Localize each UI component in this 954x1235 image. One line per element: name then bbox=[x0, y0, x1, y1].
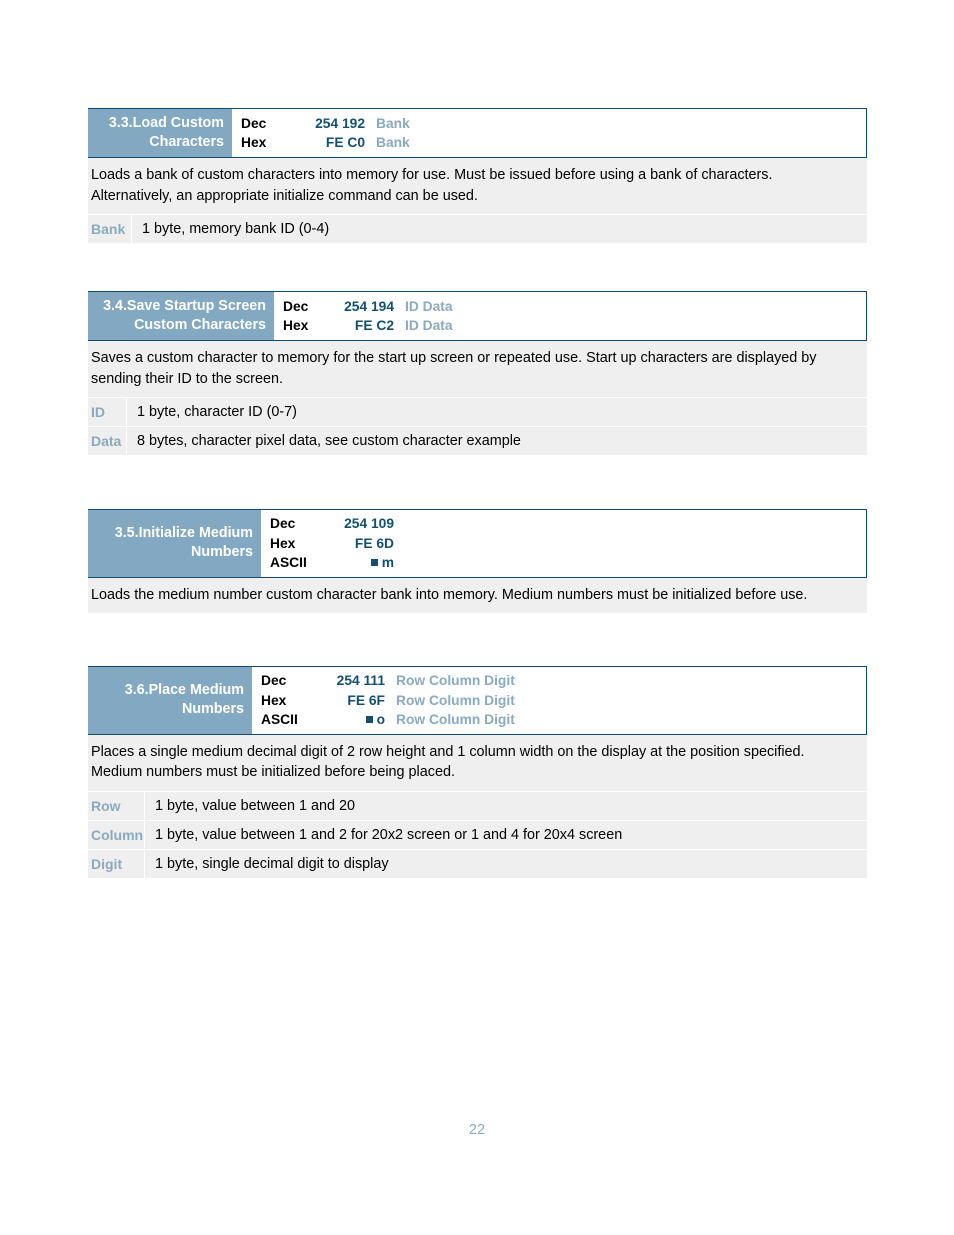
code-params: Row Column Digit bbox=[396, 692, 515, 708]
code-label: Dec bbox=[270, 516, 296, 531]
parameter-name: ID bbox=[88, 398, 127, 426]
command-title-line: Numbers bbox=[191, 544, 253, 561]
ascii-char: m bbox=[381, 555, 394, 570]
code-params: Row Column Digit bbox=[396, 673, 515, 688]
code-row: Dec 254 194 ID Data bbox=[283, 297, 866, 317]
filled-square-icon bbox=[365, 716, 373, 723]
command-header: 3.4.Save Startup Screen Custom Character… bbox=[88, 291, 867, 341]
code-value: FE C0 bbox=[325, 135, 365, 150]
code-row: Dec 254 109 bbox=[270, 514, 866, 534]
parameter-name: Bank bbox=[88, 215, 132, 243]
code-params: Bank bbox=[376, 115, 410, 131]
command-header: 3.6.Place Medium Numbers Dec 254 111 Row… bbox=[88, 666, 867, 735]
parameter-description: 1 byte, single decimal digit to display bbox=[155, 855, 389, 872]
parameter-name: Column bbox=[88, 820, 145, 849]
parameter-row: Column 1 byte, value between 1 and 2 for… bbox=[88, 820, 867, 850]
command-description: Places a single medium decimal digit of … bbox=[88, 734, 867, 792]
code-value: 254 111 bbox=[336, 673, 385, 688]
command-header: 3.5.Initialize Medium Numbers Dec 254 10… bbox=[88, 509, 867, 578]
ascii-char: o bbox=[376, 712, 385, 727]
command-codes: Dec 254 192 Bank Hex FE C0 Bank bbox=[232, 109, 866, 157]
code-label: Hex bbox=[261, 692, 287, 708]
command-title-line: 3.6.Place Medium bbox=[124, 682, 244, 699]
code-params: Bank bbox=[376, 135, 410, 150]
parameter-description: 1 byte, value between 1 and 20 bbox=[155, 797, 356, 814]
code-label: Hex bbox=[270, 535, 296, 551]
parameter-row: Row 1 byte, value between 1 and 20 bbox=[88, 791, 867, 821]
code-row: Dec 254 111 Row Column Digit bbox=[261, 671, 866, 691]
code-label: Hex bbox=[283, 318, 309, 333]
code-value: 254 192 bbox=[315, 115, 365, 131]
code-label: Dec bbox=[283, 298, 309, 314]
command-title-line: Custom Characters bbox=[134, 317, 266, 333]
command-block-3-3: 3.3.Load Custom Characters Dec 254 192 B… bbox=[88, 108, 867, 244]
code-label: Dec bbox=[261, 673, 287, 688]
parameter-description: 1 byte, memory bank ID (0-4) bbox=[142, 221, 330, 237]
parameter-name: Data bbox=[88, 427, 127, 455]
code-value: 254 109 bbox=[344, 516, 394, 531]
code-params: ID Data bbox=[405, 298, 453, 314]
command-title: 3.6.Place Medium Numbers bbox=[88, 667, 252, 734]
command-title-line: Numbers bbox=[182, 701, 244, 718]
code-row: Hex FE 6D bbox=[270, 534, 866, 554]
parameter-name: Row bbox=[88, 791, 145, 820]
parameter-row: ID 1 byte, character ID (0-7) bbox=[88, 398, 867, 427]
code-row: Hex FE 6F Row Column Digit bbox=[261, 691, 866, 711]
code-row: Hex FE C0 Bank bbox=[241, 133, 866, 153]
parameter-row: Digit 1 byte, single decimal digit to di… bbox=[88, 849, 867, 879]
command-description: Loads the medium number custom character… bbox=[88, 577, 867, 614]
parameter-row: Bank 1 byte, memory bank ID (0-4) bbox=[88, 215, 867, 244]
code-params: Row Column Digit bbox=[396, 712, 515, 727]
command-block-3-5: 3.5.Initialize Medium Numbers Dec 254 10… bbox=[88, 509, 867, 614]
code-row: Hex FE C2 ID Data bbox=[283, 316, 866, 336]
code-value: FE 6F bbox=[347, 692, 385, 708]
command-title: 3.3.Load Custom Characters bbox=[88, 109, 232, 157]
code-value: FE 6D bbox=[354, 535, 394, 551]
command-title-line: 3.5.Initialize Medium bbox=[114, 525, 253, 542]
command-title-line: 3.3.Load Custom bbox=[108, 115, 224, 131]
command-description: Loads a bank of custom characters into m… bbox=[88, 158, 867, 215]
page-number: 22 bbox=[468, 1122, 486, 1138]
command-title: 3.5.Initialize Medium Numbers bbox=[88, 510, 261, 577]
code-value: 254 194 bbox=[344, 298, 394, 314]
command-title-line: 3.4.Save Startup Screen bbox=[103, 298, 266, 314]
parameter-description: 8 bytes, character pixel data, see custo… bbox=[137, 433, 521, 449]
command-block-3-4: 3.4.Save Startup Screen Custom Character… bbox=[88, 291, 867, 456]
code-value-ascii: o bbox=[313, 710, 385, 730]
parameter-row: Data 8 bytes, character pixel data, see … bbox=[88, 427, 867, 456]
command-codes: Dec 254 111 Row Column Digit Hex FE 6F R… bbox=[252, 667, 866, 734]
code-label: ASCII bbox=[270, 555, 307, 570]
parameter-name: Digit bbox=[88, 849, 145, 878]
code-value-ascii: m bbox=[322, 553, 394, 573]
code-label: ASCII bbox=[261, 712, 298, 727]
command-codes: Dec 254 109 Hex FE 6D ASCII m bbox=[261, 510, 866, 577]
code-row: ASCII o Row Column Digit bbox=[261, 710, 866, 730]
code-value: FE C2 bbox=[354, 318, 394, 333]
command-title-line: Characters bbox=[149, 134, 224, 150]
code-row: ASCII m bbox=[270, 553, 866, 573]
code-params: ID Data bbox=[405, 318, 453, 333]
code-row: Dec 254 192 Bank bbox=[241, 114, 866, 134]
parameter-description: 1 byte, value between 1 and 2 for 20x2 s… bbox=[155, 826, 623, 843]
document-content: 3.3.Load Custom Characters Dec 254 192 B… bbox=[88, 0, 867, 879]
command-title: 3.4.Save Startup Screen Custom Character… bbox=[88, 292, 274, 340]
command-block-3-6: 3.6.Place Medium Numbers Dec 254 111 Row… bbox=[88, 666, 867, 879]
code-label: Hex bbox=[241, 135, 267, 150]
command-codes: Dec 254 194 ID Data Hex FE C2 ID Data bbox=[274, 292, 866, 340]
command-header: 3.3.Load Custom Characters Dec 254 192 B… bbox=[88, 108, 867, 158]
command-description: Saves a custom character to memory for t… bbox=[88, 341, 867, 398]
filled-square-icon bbox=[370, 559, 378, 566]
parameter-description: 1 byte, character ID (0-7) bbox=[137, 404, 297, 420]
code-label: Dec bbox=[241, 115, 267, 131]
document-page: 3.3.Load Custom Characters Dec 254 192 B… bbox=[0, 0, 954, 1235]
